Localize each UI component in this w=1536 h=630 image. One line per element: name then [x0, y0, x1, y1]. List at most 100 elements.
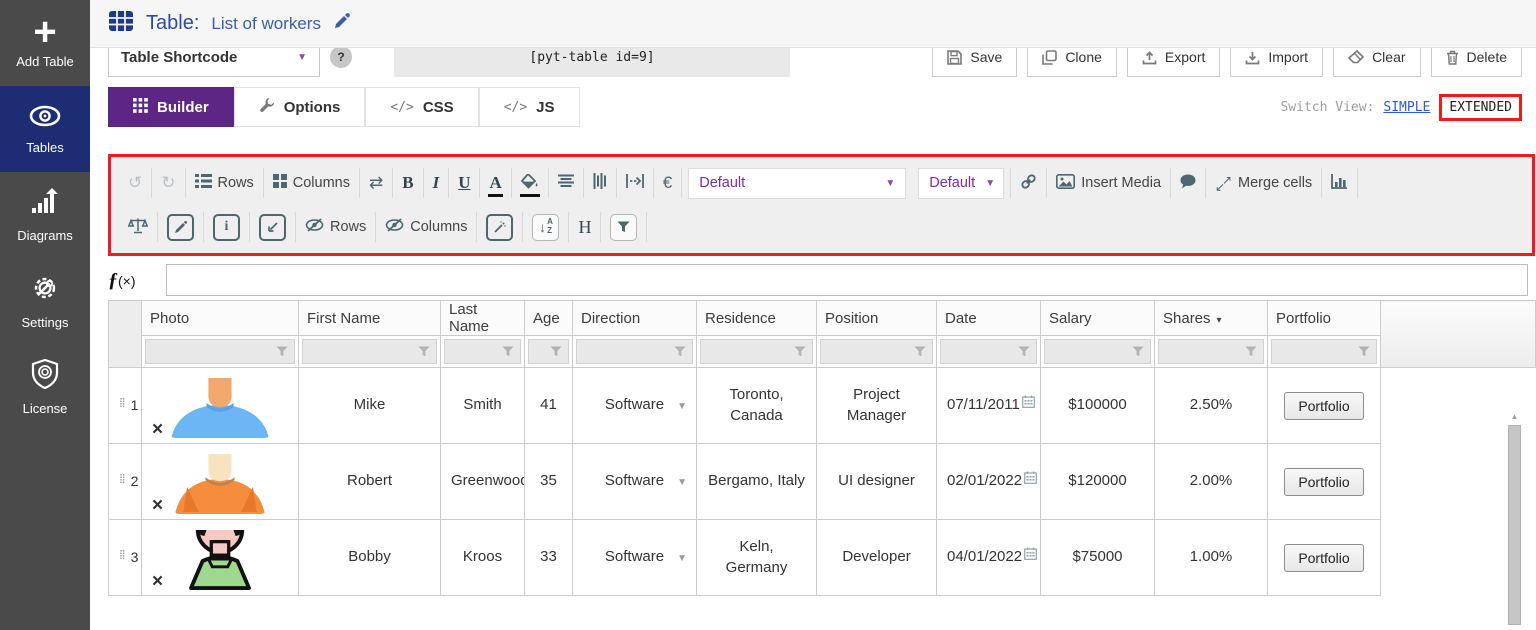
drag-handle-icon[interactable]: ⣿ — [119, 472, 126, 485]
column-header-first-name[interactable]: First Name — [298, 300, 441, 336]
tab-js[interactable]: </> JS — [478, 87, 580, 127]
help-button[interactable]: ? — [330, 46, 352, 68]
vertical-align-button[interactable] — [584, 167, 616, 199]
column-header-portfolio[interactable]: Portfolio — [1267, 300, 1381, 336]
cell-residence[interactable]: Toronto, Canada — [696, 367, 817, 444]
filter-cell-first-name[interactable] — [298, 335, 441, 368]
redo-button[interactable]: ↻ — [152, 167, 184, 199]
cell-first-name[interactable]: Bobby — [298, 519, 441, 596]
undo-button[interactable]: ↺ — [119, 167, 151, 199]
cell-residence[interactable]: Keln, Germany — [696, 519, 817, 596]
photo-cell[interactable]: × — [141, 519, 299, 596]
swap-rows-columns-button[interactable]: ⇄ — [360, 167, 392, 199]
horizontal-align-button[interactable] — [549, 167, 583, 199]
link-button[interactable] — [1011, 167, 1046, 199]
cell-resize-button[interactable] — [250, 211, 295, 243]
filter-cell-date[interactable] — [936, 335, 1041, 368]
portfolio-button[interactable]: Portfolio — [1284, 391, 1364, 420]
column-header-photo[interactable]: Photo — [141, 300, 299, 336]
cell-shares[interactable]: 2.50% — [1154, 367, 1268, 444]
remove-photo-icon[interactable]: × — [152, 496, 163, 515]
merge-cells-button[interactable]: ↗ ↙ Merge cells — [1206, 167, 1321, 199]
column-header-date[interactable]: Date — [936, 300, 1041, 336]
column-header-salary[interactable]: Salary — [1040, 300, 1155, 336]
column-header-last-name[interactable]: Last Name — [440, 300, 525, 336]
filter-cell-photo[interactable] — [141, 335, 299, 368]
filter-cell-salary[interactable] — [1040, 335, 1155, 368]
cell-date[interactable]: 02/01/2022 — [936, 443, 1041, 520]
insert-media-button[interactable]: Insert Media — [1047, 167, 1170, 199]
header-row-button[interactable]: H — [569, 211, 600, 243]
sidebar-item-tables[interactable]: Tables — [0, 86, 90, 172]
filter-cell-portfolio[interactable] — [1267, 335, 1381, 368]
sidebar-item-license[interactable]: License — [0, 344, 90, 430]
cell-shares[interactable]: 1.00% — [1154, 519, 1268, 596]
remove-photo-icon[interactable]: × — [152, 572, 163, 591]
cell-shares[interactable]: 2.00% — [1154, 443, 1268, 520]
tab-options[interactable]: Options — [233, 87, 366, 127]
fill-color-button[interactable] — [512, 167, 548, 199]
remove-photo-icon[interactable]: × — [152, 420, 163, 439]
cell-salary[interactable]: $100000 — [1040, 367, 1155, 444]
cell-last-name[interactable]: Smith — [440, 367, 525, 444]
cell-position[interactable]: Project Manager — [816, 367, 937, 444]
scales-button[interactable] — [119, 211, 157, 243]
cell-direction-select[interactable]: Software ▼ — [572, 443, 697, 520]
cell-age[interactable]: 41 — [524, 367, 573, 444]
cell-age[interactable]: 35 — [524, 443, 573, 520]
font-family-select[interactable]: Default ▼ — [688, 167, 907, 199]
switch-view-extended-selected[interactable]: EXTENDED — [1439, 93, 1522, 121]
formula-input[interactable] — [165, 264, 1528, 296]
magic-wand-button[interactable] — [477, 211, 522, 243]
filter-cell-last-name[interactable] — [440, 335, 525, 368]
sidebar-item-add-table[interactable]: + Add Table — [0, 0, 90, 86]
row-number-cell[interactable]: ⣿ 3 — [108, 519, 142, 596]
cell-info-button[interactable]: i — [204, 211, 249, 243]
underline-button[interactable]: U — [449, 167, 479, 199]
cell-first-name[interactable]: Mike — [298, 367, 441, 444]
cell-last-name[interactable]: Kroos — [440, 519, 525, 596]
cell-last-name[interactable]: Greenwood — [440, 443, 525, 520]
cell-date[interactable]: 04/01/2022 — [936, 519, 1041, 596]
rows-button[interactable]: Rows — [186, 167, 263, 199]
switch-view-simple-link[interactable]: SIMPLE — [1383, 100, 1430, 115]
filter-toggle-button[interactable] — [601, 211, 646, 243]
row-number-cell[interactable]: ⣿ 2 — [108, 443, 142, 520]
sidebar-item-settings[interactable]: Settings — [0, 258, 90, 344]
cell-age[interactable]: 33 — [524, 519, 573, 596]
filter-cell-position[interactable] — [816, 335, 937, 368]
sort-button[interactable]: ↓ AZ — [523, 211, 568, 243]
column-header-residence[interactable]: Residence — [696, 300, 817, 336]
column-header-direction[interactable]: Direction — [572, 300, 697, 336]
cell-direction-select[interactable]: Software ▼ — [572, 519, 697, 596]
drag-handle-icon[interactable]: ⣿ — [119, 396, 126, 409]
column-header-shares-sorted[interactable]: Shares ▾ — [1154, 300, 1268, 336]
edit-cell-button[interactable] — [158, 211, 203, 243]
font-color-button[interactable]: A — [480, 167, 510, 199]
tab-css[interactable]: </> CSS — [365, 87, 479, 127]
sidebar-item-diagrams[interactable]: Diagrams — [0, 172, 90, 258]
cell-salary[interactable]: $75000 — [1040, 519, 1155, 596]
cell-position[interactable]: UI designer — [816, 443, 937, 520]
column-header-age[interactable]: Age — [524, 300, 573, 336]
cell-date[interactable]: 07/11/2011 — [936, 367, 1041, 444]
cell-direction-select[interactable]: Software ▼ — [572, 367, 697, 444]
scroll-up-icon[interactable]: ▲ — [1506, 410, 1523, 423]
photo-cell[interactable]: × — [141, 367, 299, 444]
row-number-cell[interactable]: ⣿ 1 — [108, 367, 142, 444]
tab-builder[interactable]: Builder — [108, 87, 234, 127]
cell-residence[interactable]: Bergamo, Italy — [696, 443, 817, 520]
columns-button[interactable]: Columns — [264, 167, 359, 199]
filter-cell-residence[interactable] — [696, 335, 817, 368]
font-size-select[interactable]: Default ▼ — [918, 167, 1005, 199]
column-header-position[interactable]: Position — [816, 300, 937, 336]
hide-columns-button[interactable]: Columns — [376, 211, 476, 243]
italic-button[interactable]: I — [424, 167, 449, 199]
edit-pencil-icon[interactable] — [333, 12, 350, 35]
bold-button[interactable]: B — [393, 167, 422, 199]
filter-cell-direction[interactable] — [572, 335, 697, 368]
cell-position[interactable]: Developer — [816, 519, 937, 596]
hide-rows-button[interactable]: Rows — [296, 211, 375, 243]
currency-button[interactable]: € — [654, 167, 681, 199]
cell-first-name[interactable]: Robert — [298, 443, 441, 520]
